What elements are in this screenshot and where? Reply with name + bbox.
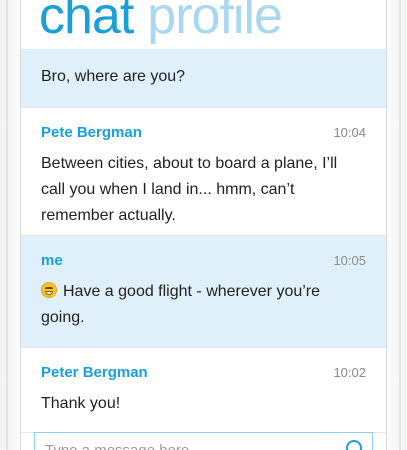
chat-message-list[interactable]: Bro, where are you? Pete Bergman 10:04 B…	[21, 49, 386, 433]
chat-message-incoming[interactable]: Pete Bergman 10:04 Between cities, about…	[21, 108, 386, 236]
tab-profile[interactable]: profile	[147, 0, 283, 48]
phone-screen: chat profile Bro, where are you? Pete Ber…	[21, 0, 386, 450]
message-timestamp: 10:04	[333, 125, 366, 140]
message-text: Have a good flight - wherever you’re goi…	[41, 283, 321, 326]
message-text: Bro, where are you?	[41, 68, 186, 85]
message-timestamp: 10:02	[333, 365, 366, 380]
message-input[interactable]	[43, 441, 327, 450]
chat-message-incoming[interactable]: Peter Bergman 10:02 Thank you!	[21, 348, 386, 433]
phone-device: chat profile Bro, where are you? Pete Ber…	[0, 0, 407, 450]
grinning-face-emoji-icon	[41, 282, 57, 298]
message-text: Between cities, about to board a plane, …	[41, 155, 338, 224]
message-sender: Peter Bergman	[41, 364, 148, 381]
pivot-header: chat profile	[39, 0, 296, 48]
message-sender: me	[41, 252, 63, 269]
smiley-icon[interactable]	[346, 440, 362, 450]
message-text: Thank you!	[41, 395, 121, 412]
message-sender: Pete Bergman	[41, 124, 142, 141]
phone-bezel-left	[0, 0, 21, 450]
message-text-container: Have a good flight - wherever you’re goi…	[41, 279, 364, 331]
phone-bezel-right	[386, 0, 407, 450]
chat-message-outgoing[interactable]: Bro, where are you?	[21, 49, 386, 108]
message-timestamp: 10:05	[333, 253, 366, 268]
message-composer	[34, 432, 373, 450]
chat-message-outgoing[interactable]: me 10:05 Have a good flight - wherever y…	[21, 236, 386, 348]
tab-chat[interactable]: chat	[39, 0, 134, 48]
